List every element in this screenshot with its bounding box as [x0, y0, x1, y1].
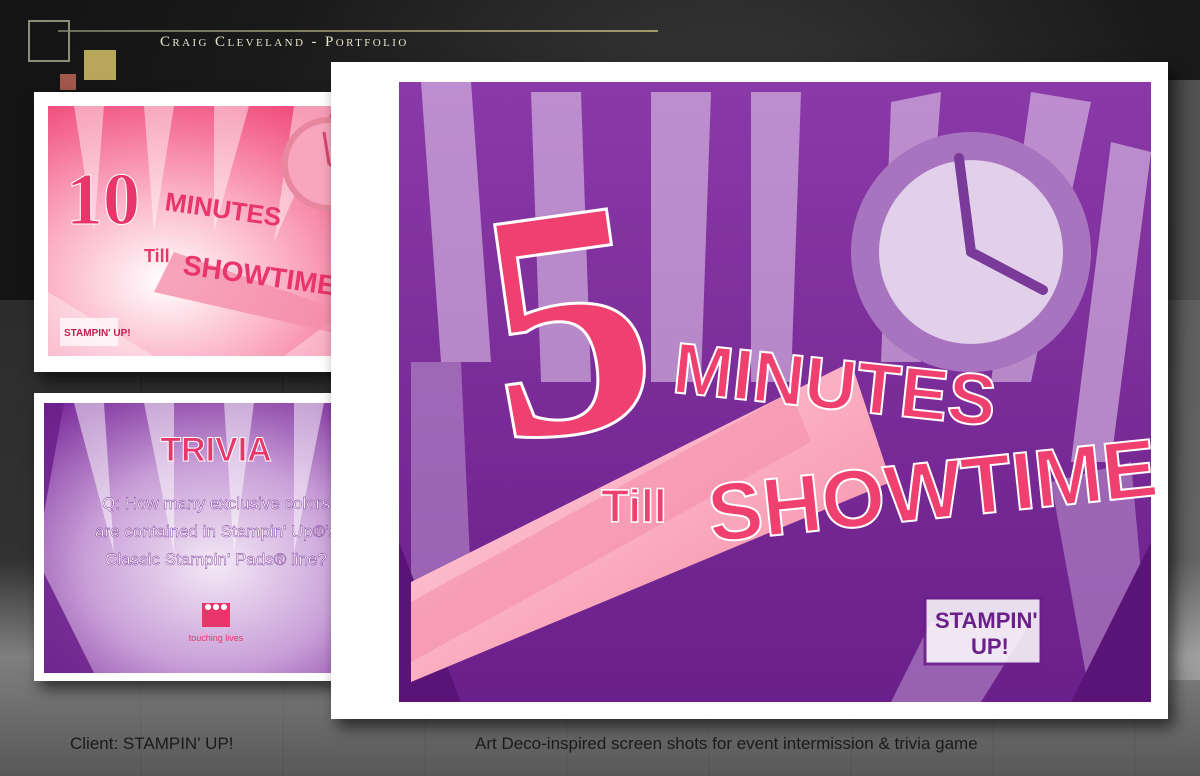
- trivia-logo-text: touching lives: [189, 633, 244, 643]
- countdown-small-logo: STAMPIN' UP!: [64, 328, 131, 339]
- countdown-small-word2: Till: [144, 246, 170, 266]
- countdown-large-logo-line2: UP!: [971, 634, 1009, 659]
- decor-gold-square: [84, 50, 116, 80]
- project-description-caption: Art Deco-inspired screen shots for event…: [475, 734, 978, 753]
- touching-lives-logo-icon: [202, 603, 230, 627]
- countdown-small-number: 10: [66, 159, 140, 241]
- countdown-large-art: 5 MINUTES Till SHOWTIME STAMPIN' UP!: [399, 82, 1162, 702]
- trivia-title: TRIVIA: [160, 431, 271, 469]
- decor-outline-square: [28, 20, 70, 62]
- countdown-large-word2: Till: [601, 480, 667, 532]
- countdown-large-logo-line1: STAMPIN': [935, 608, 1038, 633]
- trivia-question-line1: Q: How many exclusive colors: [102, 494, 330, 513]
- header-rule: [58, 30, 658, 32]
- trivia-question-line2: are contained in Stampin' Up®'s: [95, 522, 337, 541]
- trivia-question-line3: Classic Stampin' Pads® line?: [105, 550, 327, 569]
- portfolio-title: Craig Cleveland - Portfolio: [160, 34, 409, 50]
- slide-countdown-large[interactable]: 5 MINUTES Till SHOWTIME STAMPIN' UP!: [331, 62, 1168, 719]
- decor-rust-square: [60, 74, 76, 90]
- client-caption: Client: STAMPIN' UP!: [70, 734, 234, 753]
